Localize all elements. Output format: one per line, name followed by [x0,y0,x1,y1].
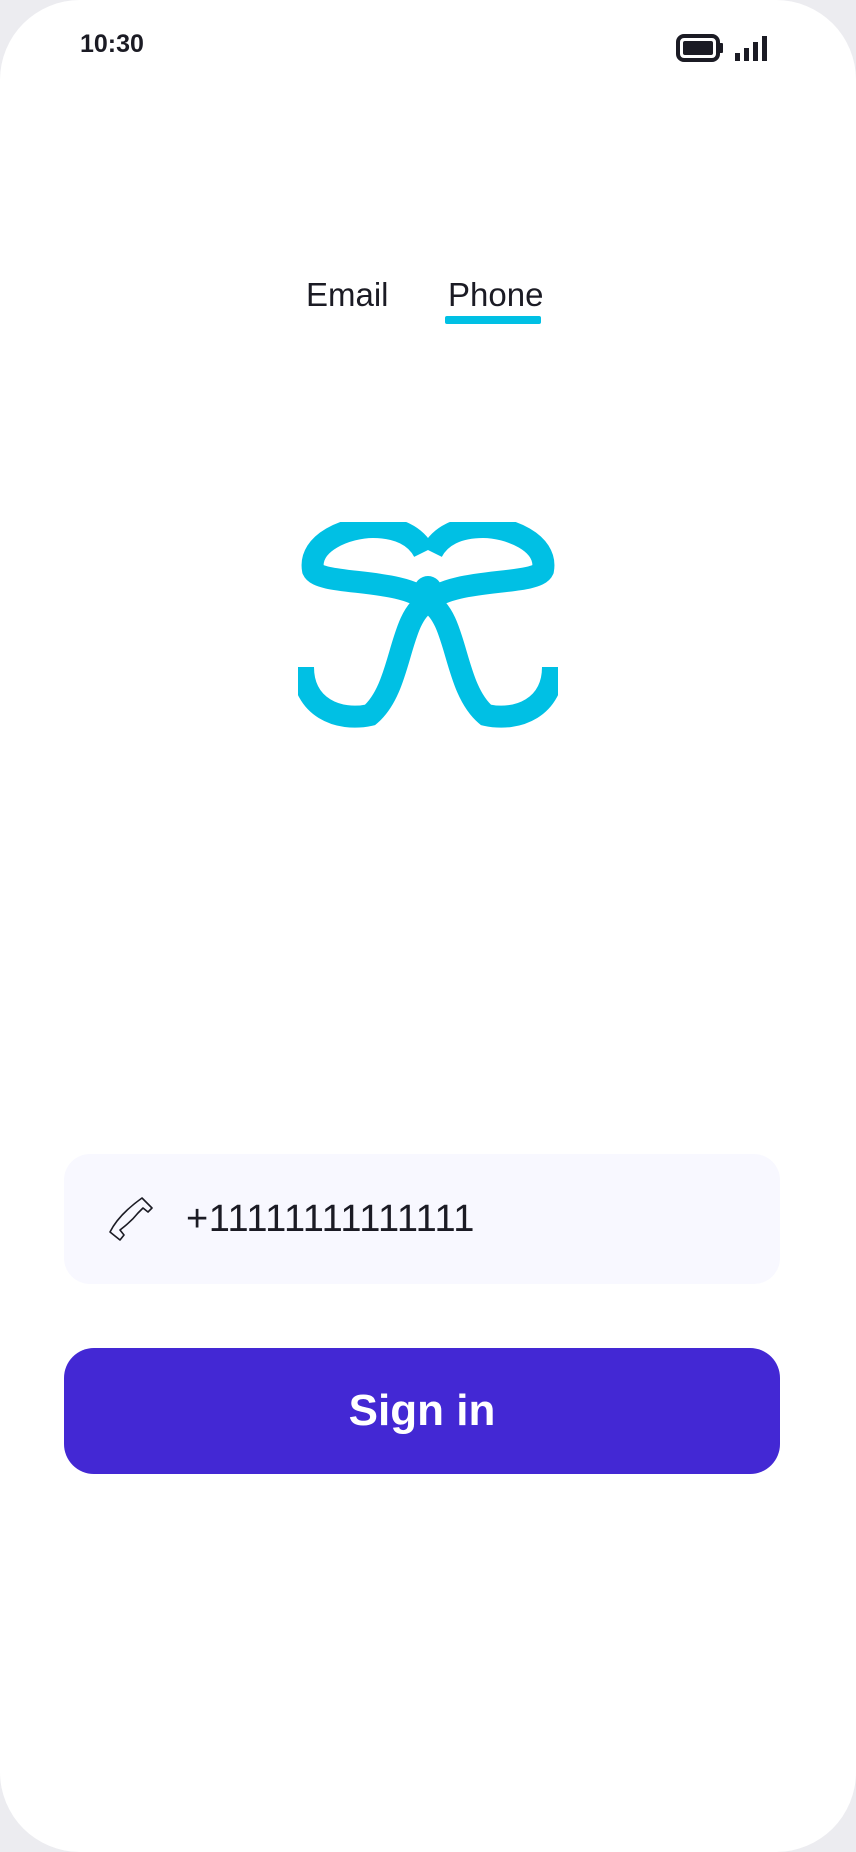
active-tab-indicator [445,316,541,324]
app-logo [298,522,558,728]
status-time: 10:30 [80,30,144,58]
phone-icon [109,1197,153,1241]
sign-in-button[interactable]: Sign in [64,1348,780,1474]
phone-number-input[interactable] [184,1154,746,1284]
battery-icon [676,34,723,62]
tab-phone[interactable]: Phone [448,276,543,314]
tab-email[interactable]: Email [306,276,389,314]
phone-number-field[interactable] [64,1154,780,1284]
phone-screen: 10:30 Email Phone +11111111111111 Sign i… [0,0,856,1852]
signal-icon [735,36,767,61]
login-method-tabs: Email Phone [0,276,856,336]
status-bar: 10:30 [0,0,856,96]
status-icons [676,34,770,62]
